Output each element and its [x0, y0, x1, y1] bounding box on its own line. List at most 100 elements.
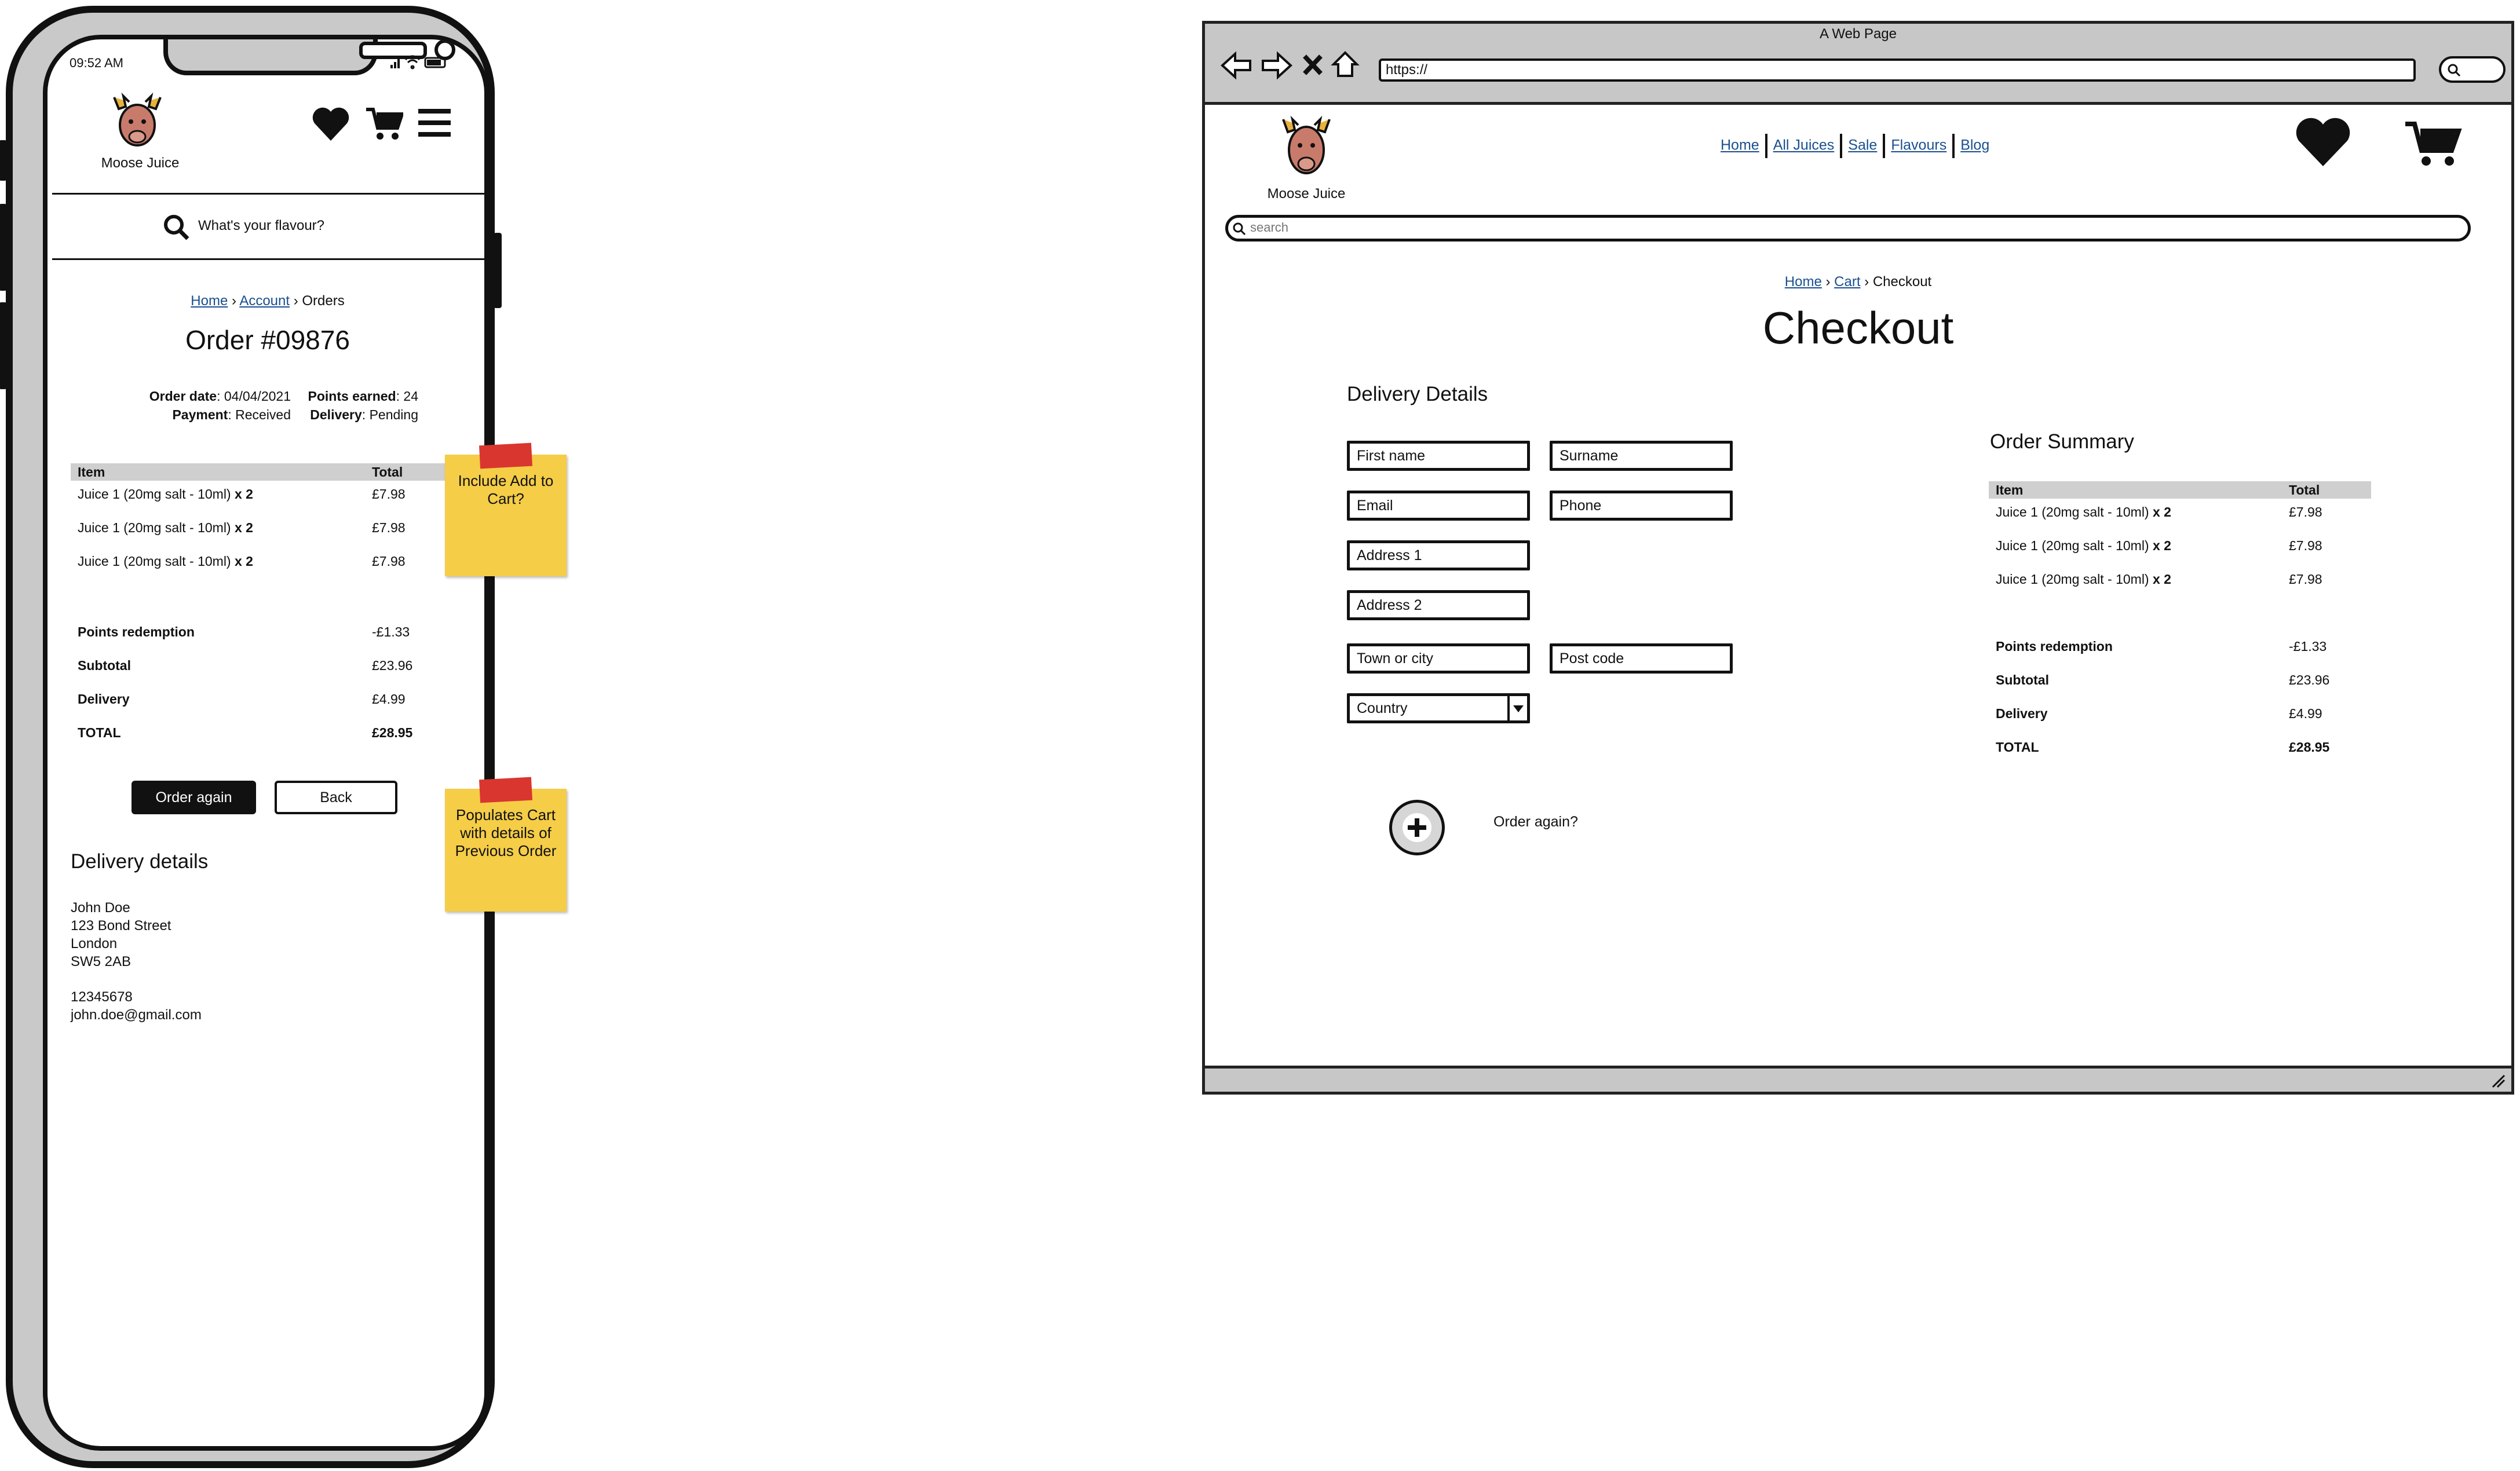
browser-toolbar: A Web Page https:// — [1205, 24, 2511, 105]
phone-side-button — [0, 140, 7, 181]
sticky-note-text: Include Add to Cart? — [458, 472, 554, 507]
row-item: Juice 1 (20mg salt - 10ml) — [1996, 538, 2149, 553]
moose-logo[interactable] — [105, 92, 169, 149]
col-item: Item — [1996, 482, 2024, 497]
breadcrumb-current: Orders — [302, 293, 345, 309]
search-bar[interactable]: What's your flavour? — [52, 195, 484, 258]
email-field[interactable]: Email — [1347, 491, 1530, 521]
nav-blog[interactable]: Blog — [1960, 137, 1989, 153]
row-total: £7.98 — [2289, 572, 2322, 587]
back-arrow-icon[interactable] — [1220, 48, 1254, 83]
site-search-input[interactable]: search — [1225, 215, 2471, 241]
phone-volume-up — [0, 204, 7, 291]
row-item: Juice 1 (20mg salt - 10ml) — [1996, 572, 2149, 587]
brand-name: Moose Juice — [101, 155, 180, 171]
breadcrumb-home[interactable]: Home — [1785, 274, 1822, 290]
breadcrumb-home[interactable]: Home — [191, 293, 228, 309]
phone-frame: 09:52 AM Moose Juice What's your flavour… — [0, 6, 502, 1468]
order-date-label: Order date — [149, 389, 217, 404]
summary-label: Points redemption — [78, 624, 195, 639]
search-placeholder: What's your flavour? — [198, 218, 325, 233]
chevron-down-icon — [1507, 696, 1527, 720]
page-title: Checkout — [1762, 302, 1954, 353]
row-total: £7.98 — [2289, 538, 2322, 553]
nav-sale[interactable]: Sale — [1848, 137, 1877, 153]
order-again-label[interactable]: Order again? — [1493, 814, 1578, 830]
nav-all-juices[interactable]: All Juices — [1773, 137, 1835, 153]
breadcrumb-cart[interactable]: Cart — [1834, 274, 1860, 290]
home-icon[interactable] — [1331, 48, 1360, 83]
phone-screen: 09:52 AM Moose Juice What's your flavour… — [43, 35, 489, 1451]
nav-home[interactable]: Home — [1721, 137, 1759, 153]
address2-field[interactable]: Address 2 — [1347, 590, 1530, 620]
wishlist-heart-icon[interactable] — [2294, 116, 2352, 171]
breadcrumb-account[interactable]: Account — [239, 293, 290, 309]
moose-logo[interactable] — [1274, 111, 1338, 180]
wishlist-heart-icon[interactable] — [311, 106, 350, 145]
moose-icon — [113, 92, 162, 147]
order-again-button[interactable]: Order again — [132, 781, 256, 814]
address-line: 123 Bond Street — [71, 918, 171, 934]
phone-field[interactable]: Phone — [1550, 491, 1733, 521]
breadcrumb: Home › Cart › Checkout — [1205, 274, 2511, 290]
address-bar[interactable]: https:// — [1379, 58, 2416, 82]
email-address: john.doe@gmail.com — [71, 1007, 202, 1023]
search-placeholder: search — [1250, 220, 1289, 235]
brand-name: Moose Juice — [1267, 186, 1346, 202]
sticky-note-text: Populates Cart with details of Previous … — [455, 806, 557, 859]
order-table-header: Item Total — [71, 463, 456, 481]
row-item: Juice 1 (20mg salt - 10ml) — [78, 554, 231, 569]
country-select-value: Country — [1357, 700, 1408, 716]
stop-close-icon[interactable] — [1302, 48, 1325, 83]
breadcrumb-current: Checkout — [1872, 274, 1932, 290]
nav-flavours[interactable]: Flavours — [1891, 137, 1946, 153]
town-field[interactable]: Town or city — [1347, 643, 1530, 674]
main-nav: Home All Juices Sale Flavours Blog — [1721, 134, 1989, 158]
country-select[interactable]: Country — [1347, 693, 1530, 723]
delivery-details-heading: Delivery details — [71, 850, 209, 873]
forward-arrow-icon[interactable] — [1261, 48, 1294, 83]
summary-value: £23.96 — [2289, 672, 2330, 687]
table-row: Juice 1 (20mg salt - 10ml) x 2 — [78, 520, 253, 536]
delivery-status-label: Delivery — [310, 407, 362, 422]
chevron-right-icon: › — [1825, 274, 1835, 290]
cart-icon[interactable] — [2404, 119, 2462, 171]
resize-grip-icon[interactable] — [2489, 1072, 2507, 1089]
points-label: Points earned — [308, 389, 396, 404]
summary-value: £23.96 — [372, 658, 413, 673]
row-total: £7.98 — [372, 554, 406, 569]
summary-value: -£1.33 — [2289, 639, 2327, 654]
row-item: Juice 1 (20mg salt - 10ml) — [78, 486, 231, 502]
postcode-field[interactable]: Post code — [1550, 643, 1733, 674]
summary-value: £4.99 — [372, 691, 406, 707]
row-total: £7.98 — [372, 520, 406, 535]
points-value: 24 — [403, 389, 418, 404]
row-qty: x 2 — [2152, 504, 2171, 519]
address-line: John Doe — [71, 900, 130, 916]
first-name-field[interactable]: First name — [1347, 441, 1530, 471]
browser-search-field[interactable] — [2439, 56, 2506, 83]
status-time: 09:52 AM — [70, 56, 123, 70]
delivery-address: John Doe 123 Bond Street London SW5 2AB … — [71, 899, 202, 1024]
window-title: A Web Page — [1820, 26, 1897, 42]
table-row: Juice 1 (20mg salt - 10ml) x 2 — [78, 486, 253, 502]
order-again-plus-button[interactable] — [1389, 800, 1445, 855]
status-icons — [389, 54, 459, 69]
browser-status-bar — [1205, 1066, 2511, 1092]
summary-value: £28.95 — [2289, 740, 2330, 755]
cart-icon[interactable] — [365, 106, 405, 145]
summary-label: Delivery — [1996, 706, 2048, 721]
delivery-status-value: Pending — [369, 407, 418, 422]
surname-field[interactable]: Surname — [1550, 441, 1733, 471]
phone-power-button — [494, 233, 502, 308]
chevron-right-icon: › — [1864, 274, 1873, 290]
back-button[interactable]: Back — [275, 781, 397, 814]
hamburger-menu-icon[interactable] — [418, 108, 451, 141]
delivery-details-heading: Delivery Details — [1347, 383, 1488, 405]
summary-table-header: Item Total — [1989, 481, 2371, 499]
address1-field[interactable]: Address 1 — [1347, 540, 1530, 570]
col-total: Total — [372, 464, 403, 480]
phone-notch — [163, 39, 455, 75]
row-item: Juice 1 (20mg salt - 10ml) — [1996, 504, 2149, 519]
table-row: Juice 1 (20mg salt - 10ml) x 2 — [1996, 504, 2171, 520]
